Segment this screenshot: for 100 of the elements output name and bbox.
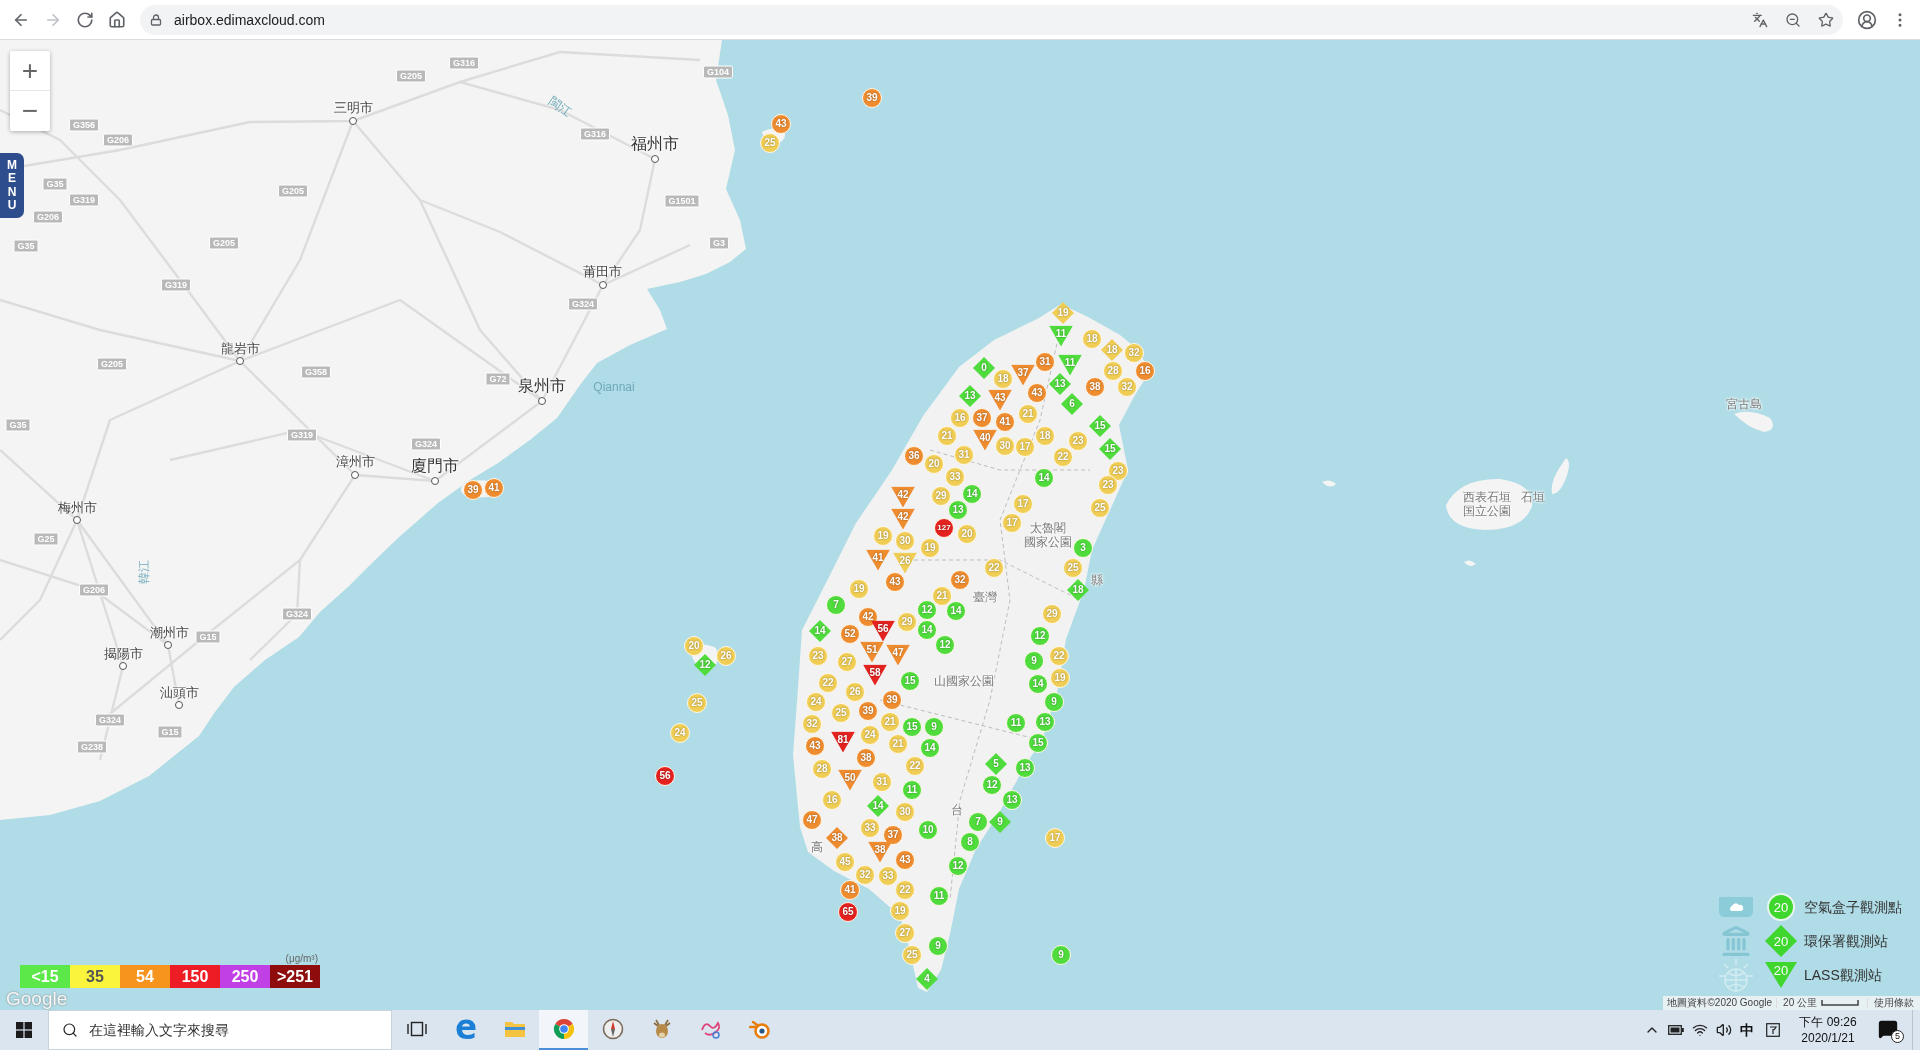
city-label: 漳州市 (335, 454, 375, 468)
city-label: 梅州市 (57, 500, 97, 514)
start-icon[interactable] (16, 1022, 32, 1038)
place-label: 国立公園 (1463, 505, 1511, 517)
place-label: 縣 (1091, 574, 1103, 586)
road-number-label: G324 (282, 607, 312, 621)
water-label: 韓江 (138, 560, 150, 584)
zoom-out-button[interactable]: − (10, 91, 50, 131)
lock-icon[interactable] (150, 13, 162, 26)
road-number-label: G324 (95, 713, 125, 727)
place-label: 山國家公園 (934, 675, 994, 687)
search-field[interactable]: 在這裡輸入文字來搜尋 (48, 1010, 392, 1050)
road-number-label: G319 (161, 278, 191, 292)
island-landmass (1734, 411, 1773, 432)
legend-range: 54 (120, 965, 170, 988)
road-number-label: G104 (703, 65, 733, 79)
provider-logo: Google (6, 989, 68, 1008)
road-number-label: G319 (287, 428, 317, 442)
ring-tail-icon (748, 1019, 771, 1039)
clock-time[interactable]: 下午 09:26 (1799, 1014, 1857, 1030)
zoom-in-button[interactable]: + (10, 51, 50, 91)
search-icon (62, 1022, 78, 1038)
road-number-label: G3 (709, 236, 729, 250)
road-number-label: G15 (157, 725, 183, 739)
island-landmass (1322, 480, 1336, 487)
legend-range: <15 (20, 965, 70, 988)
city-label: 龍岩市 (220, 341, 260, 355)
road-number-label: G356 (69, 118, 99, 132)
e-swirl-icon (454, 1018, 477, 1040)
reload-icon[interactable] (76, 10, 94, 29)
legend-label: 環保署觀測站 (1804, 931, 1889, 951)
wifi-icon[interactable] (1692, 1022, 1708, 1038)
road-number-label: G206 (103, 133, 133, 147)
road-number-label: G205 (278, 184, 308, 198)
city-label: 揭陽市 (103, 646, 143, 660)
segmented-circle-icon (552, 1018, 575, 1040)
place-label: 太魯閣 (1030, 522, 1066, 534)
road-number-label: G358 (301, 365, 331, 379)
road-number-label: G316 (449, 56, 479, 70)
place-label: 宮古島 (1726, 398, 1762, 410)
road-number-label: G25 (33, 532, 59, 546)
road-number-label: G35 (13, 239, 39, 253)
road-number-label: G324 (411, 437, 441, 451)
star-icon[interactable] (1818, 11, 1834, 28)
road-number-label: G206 (79, 583, 109, 597)
scale-label[interactable]: 20 公里 (1776, 998, 1821, 1008)
city-label: 福州市 (631, 136, 679, 152)
place-label: 國家公園 (1024, 536, 1072, 548)
island-landmass (1464, 560, 1476, 567)
city-label: 三明市 (333, 100, 373, 114)
road-number-label: G72 (485, 372, 511, 386)
place-label: 臺灣 (973, 591, 997, 603)
clock-date[interactable]: 2020/1/21 (1801, 1030, 1855, 1046)
legend-label: LASS觀測站 (1804, 965, 1883, 985)
legend-range: >251 (270, 965, 320, 988)
legend-range: 35 (70, 965, 120, 988)
scale-bar-icon (1821, 1000, 1859, 1006)
city-label: 泉州市 (518, 378, 566, 394)
place-label: 台 (951, 804, 963, 816)
terms-link[interactable]: 使用條款 (1867, 998, 1920, 1008)
attribution-text: 地圖資料©2020 Google (1666, 998, 1774, 1008)
city-label: 莆田市 (582, 264, 622, 278)
notification-count: 5 (1891, 1030, 1904, 1043)
unit-label: (μg/m³) (285, 952, 319, 965)
legend-range: 250 (220, 965, 270, 988)
road-number-label: G319 (69, 193, 99, 207)
cloud-tile-icon (1718, 896, 1754, 918)
task-view-icon (406, 1021, 427, 1037)
road-number-label: G316 (580, 127, 610, 141)
sun-globe-icon (1718, 958, 1754, 992)
road-number-label: G324 (568, 297, 598, 311)
compass-icon (601, 1018, 624, 1040)
notification-icon[interactable] (1878, 1019, 1898, 1039)
address-bar[interactable]: airbox.edimaxcloud.com (140, 4, 1843, 35)
home-icon[interactable] (108, 10, 126, 29)
account-icon[interactable] (1857, 9, 1877, 30)
volume-icon[interactable] (1716, 1022, 1732, 1038)
island-landmass (1551, 458, 1569, 494)
legend-label: 空氣盒子觀測點 (1804, 897, 1903, 917)
water-label: Qiannai (593, 381, 635, 393)
road-number-label: G35 (5, 418, 31, 432)
zoom-icon[interactable] (1785, 11, 1801, 28)
road-number-label: G205 (209, 236, 239, 250)
ime-mode-icon[interactable] (1766, 1023, 1780, 1037)
folder-icon (503, 1020, 526, 1038)
road-number-label: G205 (97, 357, 127, 371)
input-method-label[interactable]: 中 (1736, 1019, 1758, 1041)
road-number-label: G206 (33, 210, 63, 224)
place-label: 石垣 (1521, 491, 1545, 503)
place-label: 高 (811, 841, 823, 853)
road-number-label: G15 (195, 630, 221, 644)
city-label: 潮州市 (149, 625, 189, 639)
road-number-label: G1501 (664, 194, 700, 208)
city-label: 廈門市 (411, 458, 459, 474)
battery-icon[interactable] (1668, 1025, 1684, 1035)
menu-tab[interactable]: MENU (0, 153, 24, 218)
road-number-label: G238 (77, 740, 107, 754)
legend-range: 150 (170, 965, 220, 988)
road-number-label: G205 (396, 69, 426, 83)
translate-icon[interactable] (1752, 11, 1768, 28)
